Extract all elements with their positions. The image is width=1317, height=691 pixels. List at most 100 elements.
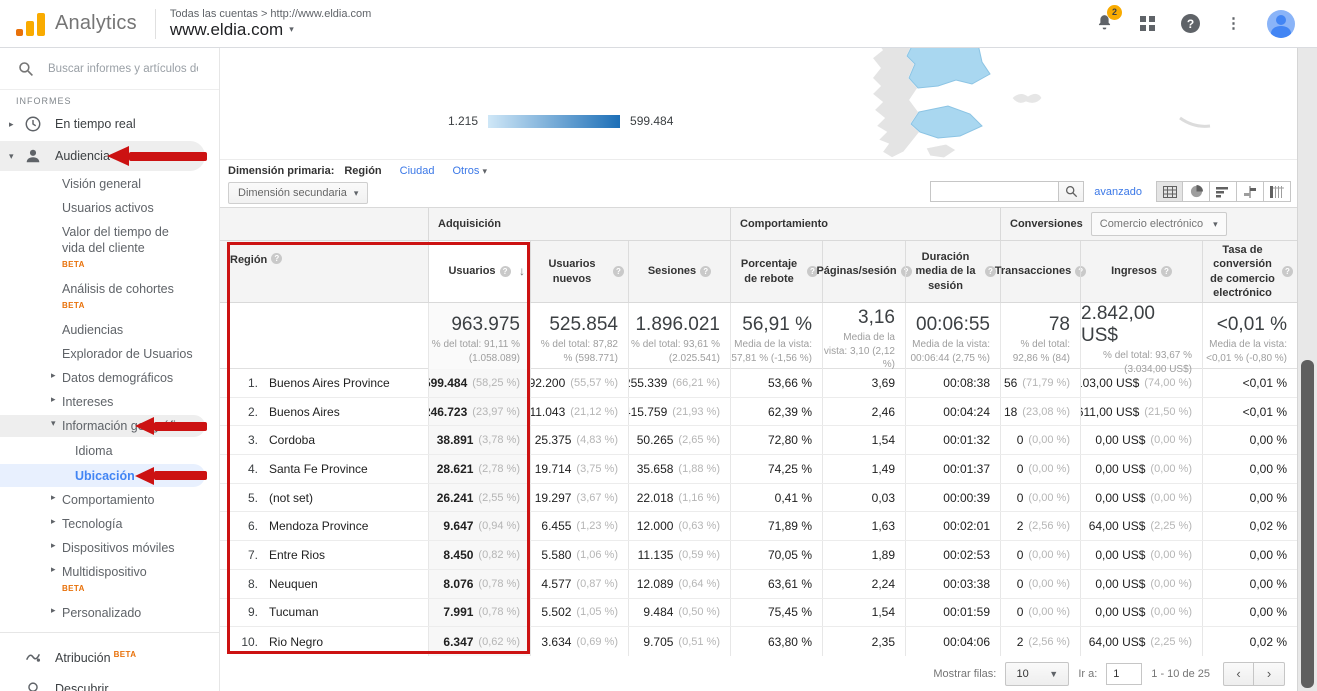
dimension-tab-ciudad[interactable]: Ciudad [400,165,435,177]
sidebar-item-intereses[interactable]: ▸Intereses [0,390,219,414]
more-menu-icon[interactable]: ⋮ [1226,21,1241,27]
region-name[interactable]: Mendoza Province [269,519,368,533]
sidebar-item-personalizado[interactable]: ▸Personalizado [0,601,219,625]
sidebar-item-valor-del-tiempo-de-vida-del-cliente[interactable]: Valor del tiempo de vida del clienteBETA [0,220,219,277]
region-name[interactable]: Santa Fe Province [269,462,368,476]
sidebar-item-usuarios-activos[interactable]: Usuarios activos [0,196,219,220]
region-name[interactable]: Buenos Aires [269,405,340,419]
cell-region[interactable]: 8.Neuquen [220,570,428,598]
view-performance-button[interactable] [1210,181,1237,202]
region-name[interactable]: (not set) [269,491,313,505]
rows-per-page-select[interactable]: 10 ▼ [1005,662,1069,686]
col-header-sesiones[interactable]: Sesiones [628,241,730,302]
col-header-rebote[interactable]: Porcentaje de rebote [730,241,822,302]
help-icon[interactable] [1161,266,1172,277]
cell-region[interactable]: 7.Entre Rios [220,541,428,569]
cell-region[interactable]: 1.Buenos Aires Province [220,369,428,397]
cell-region[interactable]: 4.Santa Fe Province [220,455,428,483]
advanced-filter-link[interactable]: avanzado [1094,186,1142,198]
col-header-usuarios-nuevos[interactable]: Usuarios nuevos [530,241,628,302]
help-icon[interactable] [700,266,711,277]
region-name[interactable]: Neuquen [269,577,318,591]
table-row[interactable]: 2.Buenos Aires246.723(23,97 %)111.043(21… [220,398,1297,427]
goto-page-input[interactable] [1106,663,1142,685]
region-name[interactable]: Buenos Aires Province [269,376,390,390]
col-header-usuarios[interactable]: Usuarios ↓ [428,241,530,302]
cell-region[interactable]: 9.Tucuman [220,599,428,627]
sidebar-item-descubrir[interactable]: Descubrir [0,673,219,691]
col-header-region[interactable]: Región [220,241,428,302]
chevron-right-icon[interactable]: ▸ [51,605,61,616]
region-name[interactable]: Cordoba [269,433,315,447]
chevron-right-icon[interactable]: ▸ [51,540,61,551]
sidebar-item-idioma[interactable]: Idioma [0,438,219,463]
chevron-right-icon[interactable]: ▸ [51,394,61,405]
sidebar-item-dispositivos-m-viles[interactable]: ▸Dispositivos móviles [0,536,219,560]
cell-region[interactable]: 6.Mendoza Province [220,512,428,540]
secondary-dimension-button[interactable]: Dimensión secundaria ▾ [228,182,368,204]
chevron-down-icon[interactable]: ▾ [9,151,19,162]
sidebar-item-en-tiempo-real[interactable]: ▸En tiempo real [0,108,219,140]
sidebar-item-comportamiento[interactable]: ▸Comportamiento [0,488,219,512]
sidebar-item-tecnolog-a[interactable]: ▸Tecnología [0,512,219,536]
table-row[interactable]: 7.Entre Rios8.450(0,82 %)5.580(1,06 %)11… [220,541,1297,570]
help-icon[interactable] [500,266,511,277]
next-page-button[interactable]: › [1254,662,1285,686]
vertical-scrollbar[interactable] [1297,48,1317,691]
map-argentina-fragment[interactable] [660,48,1220,160]
region-name[interactable]: Rio Negro [269,635,323,649]
sidebar-item-informaci-n-geogr-fica[interactable]: ▾Información geográfica [0,414,219,438]
table-row[interactable]: 10.Rio Negro6.347(0,62 %)3.634(0,69 %)9.… [220,627,1297,656]
table-row[interactable]: 3.Cordoba38.891(3,78 %)25.375(4,83 %)50.… [220,426,1297,455]
prev-page-button[interactable]: ‹ [1223,662,1254,686]
chevron-right-icon[interactable]: ▸ [51,492,61,503]
conversion-type-select[interactable]: Comercio electrónico ▾ [1091,212,1227,236]
cell-region[interactable]: 10.Rio Negro [220,627,428,656]
chevron-down-icon[interactable]: ▾ [51,418,61,429]
view-comparison-button[interactable] [1237,181,1264,202]
sidebar-item-audiencia[interactable]: ▾Audiencia [0,140,219,172]
notifications-button[interactable]: 2 [1095,12,1114,36]
table-search-input[interactable] [930,181,1058,202]
help-icon[interactable] [271,253,282,264]
dimension-tab-otros[interactable]: Otros ▾ [453,165,488,177]
region-name[interactable]: Tucuman [269,605,319,619]
col-header-paginas[interactable]: Páginas/sesión [822,241,905,302]
col-header-duracion[interactable]: Duración media de la sesión [905,241,1000,302]
sidebar-item-explorador-de-usuarios[interactable]: Explorador de Usuarios [0,342,219,366]
account-switcher[interactable]: Todas las cuentas > http://www.eldia.com… [170,8,371,40]
chevron-right-icon[interactable]: ▸ [51,564,61,575]
chevron-right-icon[interactable]: ▸ [9,119,19,130]
sidebar-item-audiencias[interactable]: Audiencias [0,318,219,342]
region-name[interactable]: Entre Rios [269,548,325,562]
col-header-tasa[interactable]: Tasa de conversión de comercio electróni… [1202,241,1297,302]
sidebar-item-an-lisis-de-cohortes[interactable]: Análisis de cohortesBETA [0,277,219,318]
scrollbar-thumb[interactable] [1301,360,1314,688]
cell-region[interactable]: 2.Buenos Aires [220,398,428,426]
cell-region[interactable]: 3.Cordoba [220,426,428,454]
table-row[interactable]: 9.Tucuman7.991(0,78 %)5.502(1,05 %)9.484… [220,599,1297,628]
sidebar-item-ubicaci-n[interactable]: Ubicación [0,463,219,488]
sidebar-item-atribuci-n[interactable]: AtribuciónBETA [0,640,219,673]
chevron-right-icon[interactable]: ▸ [51,516,61,527]
col-header-transacciones[interactable]: Transacciones [1000,241,1080,302]
table-row[interactable]: 4.Santa Fe Province28.621(2,78 %)19.714(… [220,455,1297,484]
sidebar-item-datos-demogr-ficos[interactable]: ▸Datos demográficos [0,366,219,390]
view-pivot-button[interactable] [1264,181,1291,202]
help-icon[interactable] [1282,266,1293,277]
avatar[interactable] [1267,10,1295,38]
dimension-tab-region[interactable]: Región [344,165,381,177]
table-search-button[interactable] [1058,181,1084,202]
view-table-button[interactable] [1156,181,1183,202]
cell-region[interactable]: 5.(not set) [220,484,428,512]
table-row[interactable]: 6.Mendoza Province9.647(0,94 %)6.455(1,2… [220,512,1297,541]
col-header-ingresos[interactable]: Ingresos [1080,241,1202,302]
sort-desc-icon[interactable]: ↓ [519,264,525,280]
sidebar-search[interactable] [0,48,219,90]
table-row[interactable]: 8.Neuquen8.076(0,78 %)4.577(0,87 %)12.08… [220,570,1297,599]
table-row[interactable]: 5.(not set)26.241(2,55 %)19.297(3,67 %)2… [220,484,1297,513]
apps-grid-icon[interactable] [1140,16,1155,31]
analytics-logo-icon[interactable] [16,12,45,36]
sidebar-item-visi-n-general[interactable]: Visión general [0,172,219,196]
table-row[interactable]: 1.Buenos Aires Province599.484(58,25 %)2… [220,369,1297,398]
